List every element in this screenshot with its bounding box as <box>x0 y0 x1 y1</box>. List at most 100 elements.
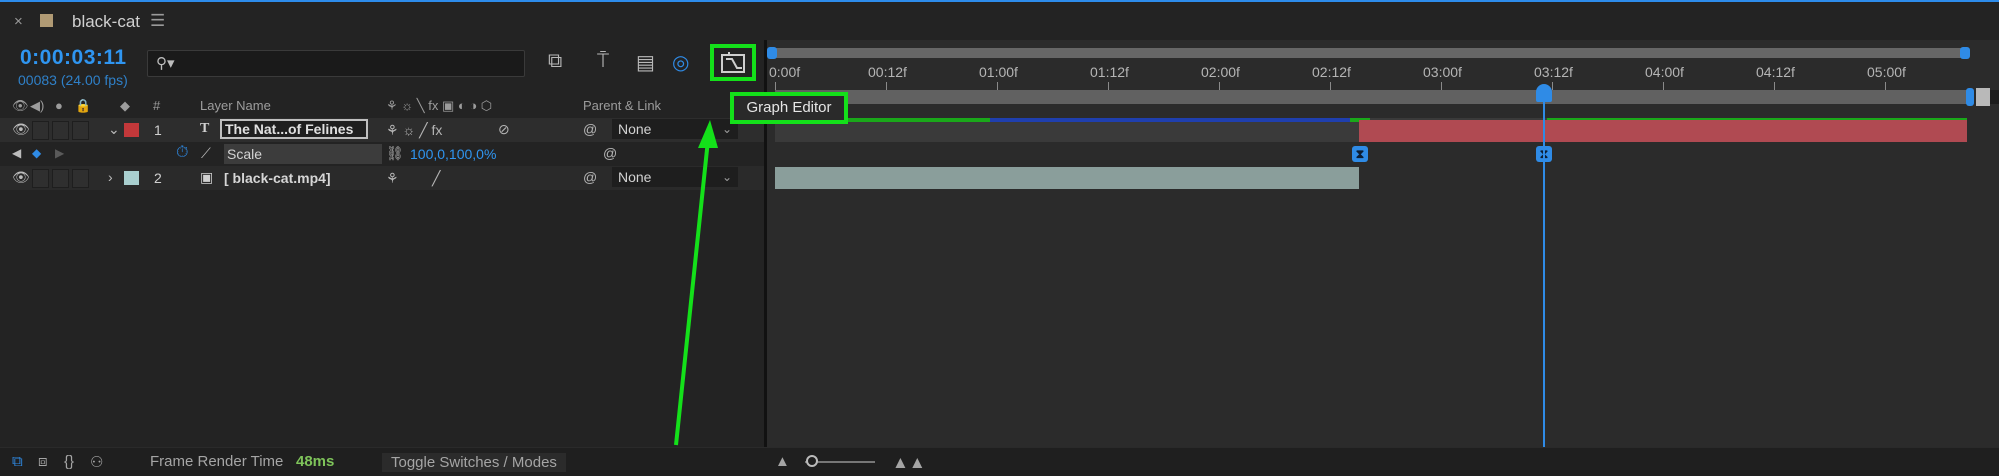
visibility-header-icon: 👁 <box>12 98 29 113</box>
solo-toggle[interactable] <box>52 169 69 188</box>
pick-whip-icon[interactable]: @ <box>583 169 597 185</box>
stopwatch-icon[interactable]: ⏱ <box>176 144 188 162</box>
composition-tab-title[interactable]: black-cat <box>72 12 140 32</box>
draft-3d-icon[interactable]: ⍑ <box>597 50 609 73</box>
scale-track <box>775 142 1967 166</box>
label-header-icon: ◆ <box>120 98 130 113</box>
composition-tab-bar: × black-cat ☰ <box>0 2 1999 40</box>
layer-number-header: # <box>153 98 161 113</box>
lock-toggle[interactable] <box>72 169 89 188</box>
current-time-indicator[interactable] <box>1543 102 1545 447</box>
ruler-label: 03:12f <box>1534 64 1573 80</box>
timeline-footer: ⧉ ⧈ {} ⚇ Frame Render Time 48ms Toggle S… <box>0 447 1999 476</box>
navigator-end-handle[interactable] <box>1960 47 1970 59</box>
solo-toggle[interactable] <box>52 121 69 140</box>
ruler-label: 04:12f <box>1756 64 1795 80</box>
quality-switch-icon[interactable]: ╱ <box>432 170 440 187</box>
visibility-eye-icon[interactable]: 👁 <box>12 121 30 138</box>
parent-link-header: Parent & Link <box>583 98 662 113</box>
audio-toggle[interactable] <box>32 169 49 188</box>
pick-whip-icon[interactable]: @ <box>583 121 597 137</box>
toggle-switches-modes-button[interactable]: Toggle Switches / Modes <box>382 453 566 472</box>
uncached-segment <box>990 118 1350 122</box>
search-icon: ⚲▾ <box>156 55 175 72</box>
graph-toggle-icon[interactable]: ⟋ <box>201 145 211 162</box>
graph-editor-tooltip: Graph Editor <box>730 92 848 124</box>
constrain-proportions-icon[interactable]: ⛓ <box>386 145 404 162</box>
prev-keyframe-icon[interactable]: ◀ <box>12 146 21 160</box>
ruler-label: 04:00f <box>1645 64 1684 80</box>
playhead-handle-icon[interactable] <box>1536 84 1552 102</box>
next-keyframe-icon[interactable]: ▶ <box>55 146 64 160</box>
layer-index: 1 <box>154 122 162 138</box>
property-name-scale: Scale <box>224 144 382 164</box>
visibility-eye-icon[interactable]: 👁 <box>12 169 30 186</box>
layer-name-header[interactable]: Layer Name <box>200 98 271 113</box>
collapse-switch-icon[interactable]: ⚘ <box>386 170 399 187</box>
layer-panel: 0:00:03:11 00083 (24.00 fps) ⚲▾ ⧉ ⍑ ▤ ◎ … <box>0 40 764 447</box>
composition-flowchart-icon[interactable]: ⧉ <box>548 50 562 73</box>
annotation-arrow <box>674 120 718 446</box>
ruler-label: 02:12f <box>1312 64 1351 80</box>
lock-header-icon: 🔒 <box>75 98 92 113</box>
audio-toggle[interactable] <box>32 121 49 140</box>
panel-menu-icon[interactable]: ☰ <box>150 11 165 31</box>
collapse-chevron-icon[interactable]: ⌄ <box>108 121 120 138</box>
work-area-end-handle[interactable] <box>1966 88 1974 106</box>
layer-switches[interactable]: ⚘ ☼ ╱ fx <box>386 122 442 139</box>
footage-file-icon: ▣ <box>200 169 214 185</box>
keyframe-toggle-icon[interactable]: ◆ <box>32 146 41 160</box>
frame-render-label: Frame Render Time <box>150 453 284 470</box>
lock-toggle[interactable] <box>72 121 89 140</box>
layer-2-duration-bar[interactable] <box>775 167 1359 189</box>
text-layer-icon: T <box>200 121 210 136</box>
ruler-label: 05:00f <box>1867 64 1906 80</box>
comp-marker-icon[interactable] <box>1976 88 1990 106</box>
audio-header-icon: ◀) <box>30 98 45 113</box>
zoom-slider-handle[interactable] <box>806 455 818 467</box>
graph-editor-icon <box>721 51 745 73</box>
scale-property-row[interactable]: ◀ ◆ ▶ ⏱ ⟋ Scale ⛓ 100,0,100,0% @ <box>0 142 764 166</box>
scale-value[interactable]: 100,0,100,0% <box>410 146 496 162</box>
ruler-label: 0:00f <box>769 64 801 80</box>
current-time-display[interactable]: 0:00:03:11 <box>20 46 127 70</box>
zoom-out-icon[interactable]: ▲ <box>775 453 790 470</box>
motion-blur-icon[interactable]: ◎ <box>672 50 689 75</box>
ruler-label: 01:00f <box>979 64 1018 80</box>
frame-count-fps: 00083 (24.00 fps) <box>18 72 128 88</box>
timeline-panel: 0:00f 00:12f 01:00f 01:12f 02:00f 02:12f 03:00… <box>730 40 1999 447</box>
expand-chevron-icon[interactable]: › <box>108 169 113 185</box>
keyframe-marker-1[interactable]: ⧗ <box>1352 146 1368 162</box>
layer-name-label[interactable]: [ black-cat.mp4] <box>224 170 331 186</box>
composition-color-swatch <box>40 14 53 27</box>
layer-row-2[interactable]: 👁 › 2 ▣ [ black-cat.mp4] ⚘ ╱ @ None ⌄ <box>0 166 764 190</box>
ruler-label: 01:12f <box>1090 64 1129 80</box>
in-out-icon[interactable]: ⚇ <box>90 453 103 471</box>
layer-label-color[interactable] <box>124 171 139 185</box>
layer-name-field[interactable]: The Nat...of Felines <box>220 119 368 139</box>
layer-1-duration-bar[interactable] <box>1359 120 1967 142</box>
layer-row-1[interactable]: 👁 ⌄ 1 T The Nat...of Felines ⚘ ☼ ╱ fx ⊘ … <box>0 118 764 142</box>
comp-panel-icon[interactable]: ⧉ <box>12 453 23 470</box>
switches-header-icons: ⚘ ☼ ╲ fx ▣ ◐ ◑ ⬡ <box>386 98 493 113</box>
solo-header-icon: ● <box>55 98 63 113</box>
shy-layers-icon[interactable]: ▤ <box>636 50 655 75</box>
work-area-bar[interactable] <box>775 90 1967 104</box>
zoom-in-icon[interactable]: ▲▲ <box>892 453 926 473</box>
transfer-controls-icon[interactable]: {} <box>64 453 74 470</box>
time-navigator-bar[interactable] <box>767 48 1967 58</box>
navigator-start-handle[interactable] <box>767 47 777 59</box>
layer-search-input[interactable]: ⚲▾ <box>147 50 525 77</box>
ruler-label: 00:12f <box>868 64 907 80</box>
ruler-label: 03:00f <box>1423 64 1462 80</box>
graph-editor-button[interactable] <box>710 44 756 81</box>
close-tab-icon[interactable]: × <box>14 13 23 30</box>
expression-pick-whip-icon[interactable]: @ <box>603 145 617 161</box>
parent-value-2: None <box>618 169 652 185</box>
ruler-label: 02:00f <box>1201 64 1240 80</box>
layer-label-color[interactable] <box>124 123 139 137</box>
layer-index: 2 <box>154 170 162 186</box>
layer-panel-icon[interactable]: ⧈ <box>38 453 48 470</box>
frame-render-value: 48ms <box>296 453 335 470</box>
adjustment-switch-icon[interactable]: ⊘ <box>498 121 510 138</box>
